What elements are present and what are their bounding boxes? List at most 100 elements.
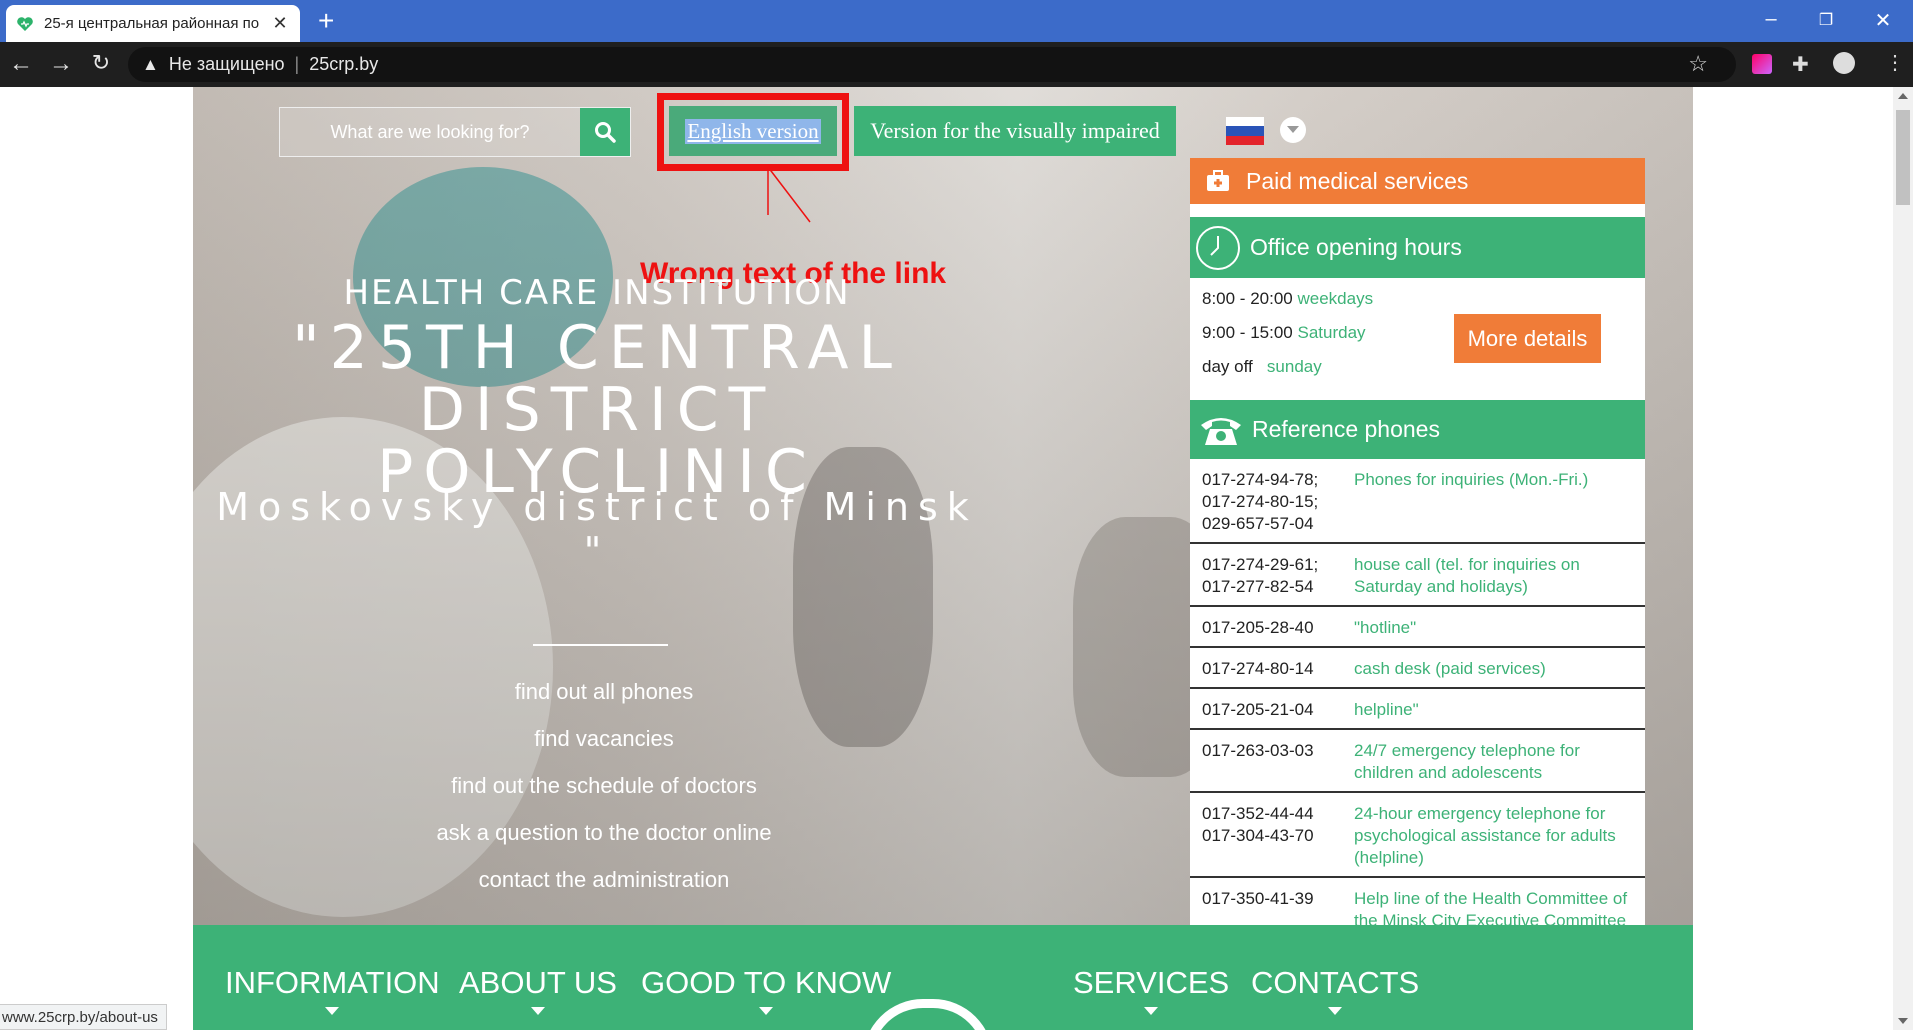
warning-icon: ▲ (142, 54, 159, 74)
phone-row: 017-352-44-44 017-304-43-70 24-hour emerg… (1190, 793, 1645, 878)
phone-number: 017-352-44-44 017-304-43-70 (1202, 804, 1314, 845)
new-tab-button[interactable]: + (318, 6, 334, 36)
menu-kebab-icon[interactable]: ⋮ (1885, 50, 1909, 74)
close-window-icon[interactable]: ✕ (1868, 8, 1898, 33)
hours-day: weekdays (1297, 289, 1374, 308)
phone-number: 017-205-21-04 (1202, 700, 1314, 719)
menu-label: ABOUT US (459, 965, 617, 1000)
browser-toolbar: ← → ↻ ▲ Не защищено | 25crp.by ☆ ✚ ⋮ (0, 42, 1913, 87)
phone-row: 017-350-41-39 Help line of the Health Com… (1190, 878, 1645, 925)
telephone-icon (1201, 417, 1241, 445)
link-doctor-schedule[interactable]: find out the schedule of doctors (193, 773, 1015, 799)
menu-label: INFORMATION (225, 965, 440, 1000)
main-menu: INFORMATION ABOUT US GOOD TO KNOW SERVIC… (193, 925, 1693, 1030)
reference-phones-title: Reference phones (1252, 416, 1440, 442)
opening-hours-title: Office opening hours (1250, 234, 1462, 260)
browser-tab[interactable]: 25-я центральная районная по... ✕ (6, 5, 300, 42)
phone-description-link[interactable]: 24/7 emergency telephone for children an… (1354, 740, 1639, 784)
phone-description-link[interactable]: Help line of the Health Committee of the… (1354, 888, 1639, 925)
phone-number: 017-274-94-78; 017-274-80-15; 029-657-57… (1202, 470, 1319, 533)
hours-time: 8:00 - 20:00 (1202, 289, 1293, 308)
more-details-button[interactable]: More details (1454, 314, 1601, 363)
extensions-puzzle-icon[interactable]: ✚ (1792, 52, 1816, 76)
paid-services-button[interactable]: Paid medical services (1190, 158, 1645, 204)
phone-description-link[interactable]: cash desk (paid services) (1354, 658, 1639, 680)
link-find-phones[interactable]: find out all phones (193, 679, 1015, 705)
menu-label: GOOD TO KNOW (641, 965, 892, 1000)
url-separator: | (294, 54, 300, 74)
bookmark-star-icon[interactable]: ☆ (1688, 51, 1708, 77)
dropdown-caret-icon (759, 1007, 774, 1015)
district-label: Moskovsky district of Minsk " (216, 485, 978, 573)
menu-contacts[interactable]: CONTACTS (1251, 965, 1420, 1015)
minimize-icon[interactable]: – (1756, 8, 1786, 31)
menu-services[interactable]: SERVICES (1073, 965, 1230, 1015)
opening-hours-header: Office opening hours (1190, 217, 1645, 278)
menu-good-to-know[interactable]: GOOD TO KNOW (641, 965, 892, 1015)
phone-description-link[interactable]: 24-hour emergency telephone for psycholo… (1354, 803, 1639, 869)
scroll-up-icon[interactable] (1898, 93, 1908, 99)
info-sidebar: Paid medical services Office opening hou… (1190, 158, 1645, 925)
page-scrollbar[interactable] (1893, 87, 1913, 1030)
web-page: What are we looking for? English version… (0, 87, 1913, 1030)
phone-number: 017-274-80-14 (1202, 659, 1314, 678)
menu-about-us[interactable]: ABOUT US (459, 965, 617, 1015)
link-ask-doctor[interactable]: ask a question to the doctor online (193, 820, 1015, 846)
forward-icon[interactable]: → (46, 50, 76, 78)
menu-label: SERVICES (1073, 965, 1230, 1000)
phone-row: 017-274-94-78; 017-274-80-15; 029-657-57… (1190, 459, 1645, 544)
link-contact-administration[interactable]: contact the administration (193, 867, 1015, 893)
clock-icon (1196, 225, 1240, 270)
reload-icon[interactable]: ↻ (86, 50, 116, 76)
not-secure-label: Не защищено (168, 54, 285, 74)
name-line-2: DISTRICT (418, 375, 776, 445)
hours-day: Saturday (1297, 323, 1366, 342)
phone-row: 017-205-21-04 helpline" (1190, 689, 1645, 730)
phone-row: 017-274-80-14 cash desk (paid services) (1190, 648, 1645, 689)
dropdown-caret-icon (1144, 1007, 1159, 1015)
name-line-1: "25TH CENTRAL (292, 313, 902, 383)
link-find-vacancies[interactable]: find vacancies (193, 726, 1015, 752)
extension-icon[interactable] (1752, 54, 1772, 74)
scroll-thumb[interactable] (1896, 110, 1910, 205)
phone-number: 017-263-03-03 (1202, 741, 1314, 760)
status-bar-url: www.25crp.by/about-us (0, 1004, 167, 1030)
dropdown-caret-icon (530, 1007, 545, 1015)
address-bar[interactable]: ▲ Не защищено | 25crp.by ☆ (128, 47, 1736, 82)
hours-row: day off sunday (1202, 357, 1322, 377)
phone-description-link[interactable]: "hotline" (1354, 617, 1639, 639)
reference-phones-header: Reference phones (1190, 400, 1645, 459)
phone-description-link[interactable]: Phones for inquiries (Mon.-Fri.) (1354, 469, 1639, 535)
phone-number: 017-274-29-61; 017-277-82-54 (1202, 555, 1319, 596)
menu-information[interactable]: INFORMATION (225, 965, 440, 1015)
hero-section: What are we looking for? English version… (193, 87, 1693, 925)
dropdown-caret-icon (325, 1007, 340, 1015)
menu-label: CONTACTS (1251, 965, 1420, 1000)
hours-row: 9:00 - 15:00 Saturday (1202, 323, 1366, 343)
phone-row: 017-274-29-61; 017-277-82-54 house call (… (1190, 544, 1645, 607)
profile-avatar-icon[interactable] (1833, 52, 1855, 74)
tab-title: 25-я центральная районная по... (44, 15, 260, 32)
hours-row: 8:00 - 20:00 weekdays (1202, 289, 1373, 309)
restore-icon[interactable]: ❐ (1811, 10, 1841, 30)
russian-flag-icon[interactable] (1226, 117, 1264, 145)
paid-services-label: Paid medical services (1246, 167, 1469, 194)
logo-emblem[interactable] (863, 999, 993, 1030)
polyclinic-name: "25TH CENTRAL DISTRICT POLYCLINIC (193, 317, 1001, 503)
back-icon[interactable]: ← (6, 50, 36, 78)
language-dropdown-chevron-icon[interactable] (1280, 117, 1306, 143)
phone-row: 017-263-03-03 24/7 emergency telephone fo… (1190, 730, 1645, 793)
institution-label: HEALTH CARE INSTITUTION (343, 273, 851, 313)
close-tab-icon[interactable]: ✕ (270, 13, 290, 34)
dropdown-caret-icon (1328, 1007, 1343, 1015)
phone-number: 017-350-41-39 (1202, 889, 1314, 908)
phone-description-link[interactable]: helpline" (1354, 699, 1639, 721)
hours-day: sunday (1266, 357, 1322, 376)
phone-description-link[interactable]: house call (tel. for inquiries on Saturd… (1354, 554, 1639, 598)
phone-row: 017-205-28-40 "hotline" (1190, 607, 1645, 648)
scroll-down-icon[interactable] (1898, 1018, 1908, 1024)
hours-time: 9:00 - 15:00 (1202, 323, 1293, 342)
hours-time: day off (1202, 357, 1253, 376)
first-aid-kit-icon (1207, 170, 1229, 191)
url-text: 25crp.by (309, 54, 379, 74)
